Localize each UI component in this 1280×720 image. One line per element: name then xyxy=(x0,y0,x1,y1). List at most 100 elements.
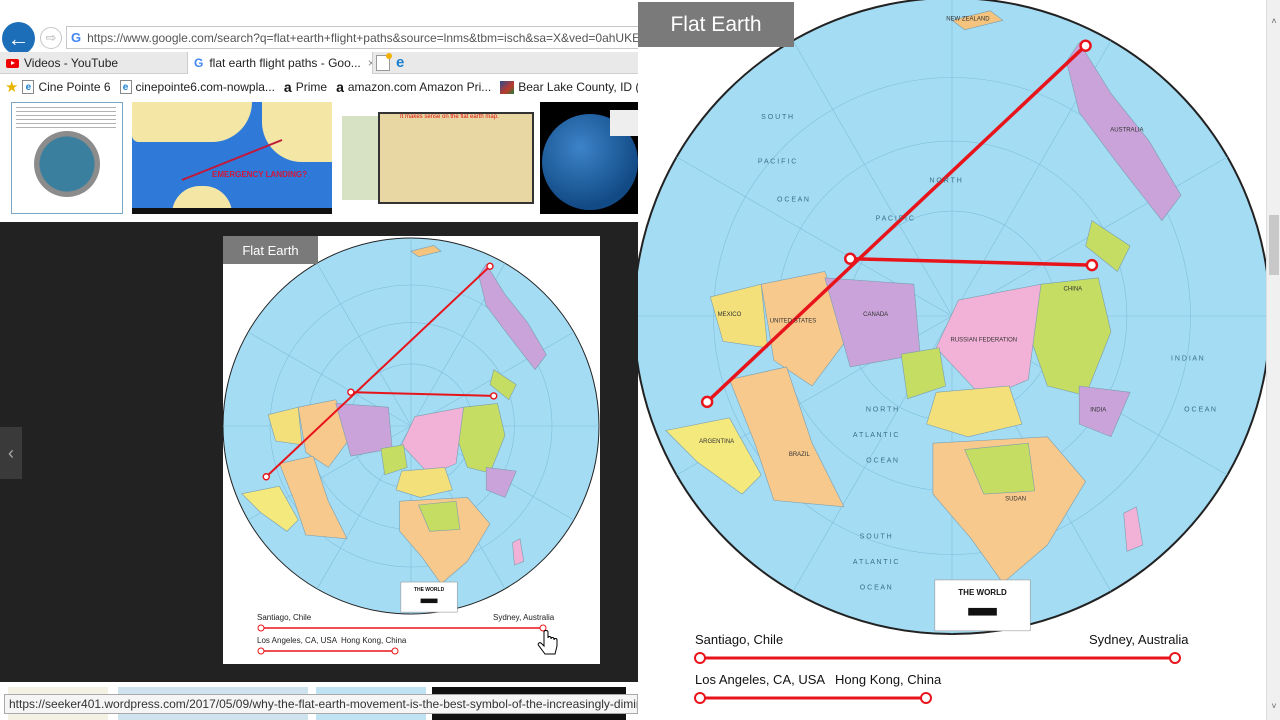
close-icon[interactable]: × xyxy=(368,56,372,70)
ie-icon[interactable]: e xyxy=(396,54,404,71)
tab-label: Videos - YouTube xyxy=(24,56,119,70)
country-label: CHINA xyxy=(1064,287,1083,293)
favorite-prime[interactable]: a Prime xyxy=(284,79,327,95)
address-url: https://www.google.com/search?q=flat+ear… xyxy=(87,30,638,45)
favorite-amazon[interactable]: a amazon.com Amazon Pri... xyxy=(336,79,491,95)
legend-sydney: Sydney, Australia xyxy=(1089,632,1189,647)
arrow-left-icon: ← xyxy=(7,25,30,51)
map-group: THE WORLD S O U T H P A C I F I C O C E A N… xyxy=(638,0,1266,635)
ie-page-icon: e xyxy=(22,80,35,94)
marker-hong-kong xyxy=(490,392,498,400)
ocean-label: P A C I F I C xyxy=(876,216,914,223)
preview-legend-santiago: Santiago, Chile xyxy=(257,613,312,622)
scroll-down-arrow-icon[interactable]: ˅ xyxy=(1269,700,1279,712)
hand-cursor-icon xyxy=(537,630,558,655)
status-bar-url: https://seeker401.wordpress.com/2017/05/… xyxy=(4,694,638,714)
ocean-label: O C E A N xyxy=(866,457,898,464)
arrow-right-icon: ⇨ xyxy=(45,30,57,45)
legend-santiago: Santiago, Chile xyxy=(695,632,784,647)
marker-los-angeles xyxy=(844,252,857,265)
map-title: THE WORLD xyxy=(958,588,1007,597)
tab-label: flat earth flight paths - Goo... xyxy=(209,56,361,70)
ocean-label: I N D I A N xyxy=(1171,356,1204,363)
preview-image[interactable]: THE WORLD Flat Earth Santiago, Chile Syd… xyxy=(223,236,600,664)
marker-sydney xyxy=(1079,39,1092,52)
preview-flat-earth-label: Flat Earth xyxy=(223,236,318,264)
preview-legend-sydney: Sydney, Australia xyxy=(493,613,555,622)
thumbnail-map-overlay[interactable]: It makes sense on the flat earth map. xyxy=(340,102,536,214)
ocean-label: N O R T H xyxy=(866,406,898,413)
marker-santiago xyxy=(262,473,270,481)
legend-los-angeles: Los Angeles, CA, USA xyxy=(695,672,826,687)
previous-image-button[interactable]: ‹ xyxy=(0,427,22,479)
preview-legend-los-angeles: Los Angeles, CA, USA xyxy=(257,636,338,645)
favorites-star-icon[interactable]: ★ xyxy=(5,78,18,96)
favorite-label: Prime xyxy=(295,80,328,94)
thumbnail-flat-earth-disc[interactable] xyxy=(11,102,123,214)
scroll-thumb[interactable] xyxy=(1269,215,1279,275)
marker-sydney xyxy=(486,262,494,270)
amazon-icon: a xyxy=(336,79,344,95)
preview-map: THE WORLD xyxy=(223,237,600,615)
video-bar xyxy=(132,208,332,214)
map-piece xyxy=(342,116,382,200)
country-label: NEW ZEALAND xyxy=(946,16,990,22)
country-label: AUSTRALIA xyxy=(1110,128,1143,134)
flat-earth-disc xyxy=(34,131,100,197)
country-label: MEXICO xyxy=(718,312,742,318)
google-icon: G xyxy=(71,30,82,45)
new-tab-button[interactable] xyxy=(376,53,392,71)
favorite-bear-lake[interactable]: Bear Lake County, ID (83... xyxy=(500,80,638,94)
tab-youtube[interactable]: Videos - YouTube xyxy=(0,52,186,74)
marker-los-angeles xyxy=(347,388,355,396)
ocean-label: S O U T H xyxy=(761,114,793,121)
ocean-label: O C E A N xyxy=(1184,406,1216,413)
thumbnail-globe[interactable] xyxy=(540,102,638,214)
country-label: ARGENTINA xyxy=(699,439,734,445)
scroll-up-arrow-icon[interactable]: ˄ xyxy=(1269,15,1279,27)
country-label: UNITED STATES xyxy=(770,318,816,324)
ocean-label: O C E A N xyxy=(860,584,892,591)
youtube-icon xyxy=(6,58,19,68)
favorite-cine-pointe[interactable]: e Cine Pointe 6 xyxy=(22,80,111,94)
flat-earth-label: Flat Earth xyxy=(638,2,794,47)
map-group: THE WORLD xyxy=(223,237,600,615)
marker-santiago xyxy=(700,395,714,409)
browser-window: ← ⇨ G https://www.google.com/search?q=fl… xyxy=(0,0,638,720)
title-strip xyxy=(0,0,638,20)
favorite-label: amazon.com Amazon Pri... xyxy=(347,80,492,94)
ocean-label: A T L A N T I C xyxy=(853,559,899,566)
favorite-cinepointe6[interactable]: e cinepointe6.com-nowpla... xyxy=(119,80,275,94)
full-image-view: THE WORLD S O U T H P A C I F I C O C E A N… xyxy=(638,0,1280,720)
ocean-label: N O R T H xyxy=(929,177,961,184)
ocean-label: O C E A N xyxy=(777,197,809,204)
thumbnail-caption: It makes sense on the flat earth map. xyxy=(400,114,499,120)
navigation-bar: ← ⇨ G https://www.google.com/search?q=fl… xyxy=(0,20,638,55)
preview-legend-hong-kong: Hong Kong, China xyxy=(341,636,407,645)
tab-google-search[interactable]: G flat earth flight paths - Goo... × xyxy=(187,52,373,74)
ocean-label: S O U T H xyxy=(860,534,892,541)
globe-panel xyxy=(610,110,638,136)
vertical-scrollbar[interactable]: ˄ ˅ xyxy=(1266,0,1280,720)
thumbnail-emergency-landing[interactable]: EMERGENCY LANDING? xyxy=(132,102,332,214)
favorite-label: cinepointe6.com-nowpla... xyxy=(135,80,275,94)
map-piece xyxy=(378,112,534,204)
country-label: CANADA xyxy=(863,312,888,318)
chevron-left-icon: ‹ xyxy=(8,442,14,463)
country-label: SUDAN xyxy=(1005,496,1026,502)
favorite-label: Cine Pointe 6 xyxy=(38,80,111,94)
forward-button[interactable]: ⇨ xyxy=(40,27,62,49)
thumbnail-text xyxy=(16,107,116,129)
flight-arrow xyxy=(181,139,283,181)
ocean-label: A T L A N T I C xyxy=(853,432,899,439)
favorites-bar: ★ e Cine Pointe 6 e cinepointe6.com-nowp… xyxy=(0,75,638,99)
image-results-strip: EMERGENCY LANDING? It makes sense on the… xyxy=(0,100,638,218)
country-label: RUSSIAN FEDERATION xyxy=(951,337,1018,343)
address-bar[interactable]: G https://www.google.com/search?q=flat+e… xyxy=(66,26,638,49)
favorite-label: Bear Lake County, ID (83... xyxy=(518,80,638,94)
amazon-icon: a xyxy=(283,79,292,95)
legend-hong-kong: Hong Kong, China xyxy=(835,672,942,687)
image-viewer: ‹ THE WORLD Flat Earth Santiago, Chile S… xyxy=(0,222,638,682)
marker-hong-kong xyxy=(1085,258,1099,272)
back-button[interactable]: ← xyxy=(2,22,35,55)
